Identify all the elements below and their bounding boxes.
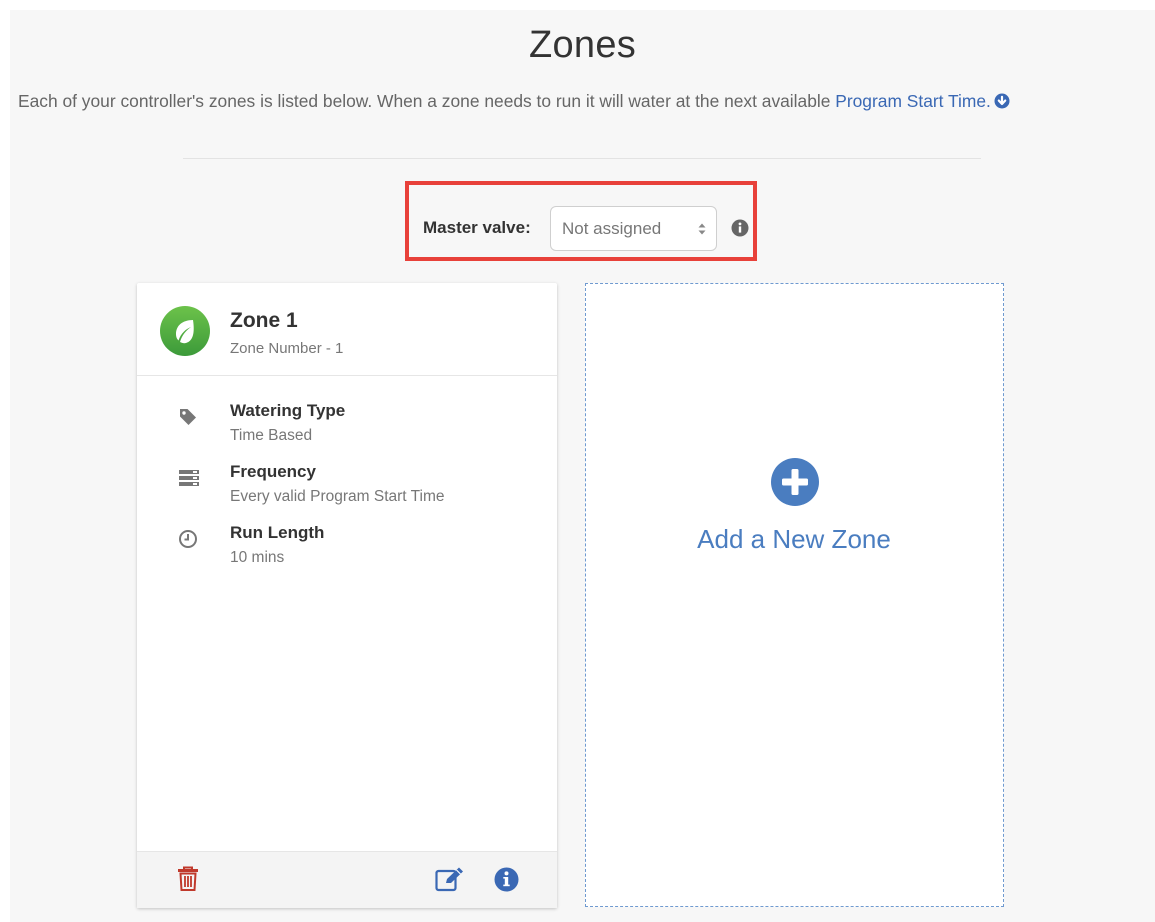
detail-title: Run Length xyxy=(230,523,325,542)
clock-icon xyxy=(179,530,197,548)
info-icon[interactable] xyxy=(494,867,519,892)
page-description-text: Each of your controller's zones is liste… xyxy=(18,91,836,111)
arrow-circle-down-icon xyxy=(994,93,1010,109)
detail-watering-type: Watering Type Time Based xyxy=(137,401,557,457)
trash-icon[interactable] xyxy=(177,866,199,892)
zone-card-header: Zone 1 Zone Number - 1 xyxy=(137,283,557,376)
page-description: Each of your controller's zones is liste… xyxy=(18,91,1155,112)
detail-value: 10 mins xyxy=(230,549,285,566)
program-start-time-link[interactable]: Program Start Time. xyxy=(835,91,1010,111)
master-valve-highlight: Master valve: Not assigned xyxy=(405,181,757,261)
zone-card-footer xyxy=(137,851,557,908)
list-icon xyxy=(179,470,199,486)
add-new-zone-label: Add a New Zone xyxy=(697,524,891,554)
select-arrows-icon xyxy=(698,223,706,235)
page-title: Zones xyxy=(528,24,637,66)
zone-card[interactable]: Zone 1 Zone Number - 1 Watering Type Tim… xyxy=(137,283,557,908)
program-start-time-link-label: Program Start Time. xyxy=(835,91,991,111)
info-icon[interactable] xyxy=(731,219,749,237)
add-new-zone-button[interactable]: Add a New Zone xyxy=(585,283,1004,907)
master-valve-select[interactable]: Not assigned xyxy=(550,206,717,251)
zone-name: Zone 1 xyxy=(230,309,298,332)
tag-icon xyxy=(180,409,196,425)
master-valve-label: Master valve: xyxy=(423,218,531,237)
detail-value: Every valid Program Start Time xyxy=(230,488,445,505)
edit-icon[interactable] xyxy=(435,866,465,892)
header-divider xyxy=(183,158,981,159)
detail-value: Time Based xyxy=(230,427,313,444)
leaf-icon xyxy=(160,306,210,356)
zone-number: Zone Number - 1 xyxy=(230,340,344,357)
detail-frequency: Frequency Every valid Program Start Time xyxy=(137,462,557,518)
master-valve-selected-value: Not assigned xyxy=(562,219,662,238)
zones-page: Zones Each of your controller's zones is… xyxy=(10,10,1155,922)
detail-run-length: Run Length 10 mins xyxy=(137,523,557,579)
detail-title: Watering Type xyxy=(230,401,346,420)
detail-title: Frequency xyxy=(230,462,316,481)
plus-circle-icon xyxy=(771,458,819,506)
